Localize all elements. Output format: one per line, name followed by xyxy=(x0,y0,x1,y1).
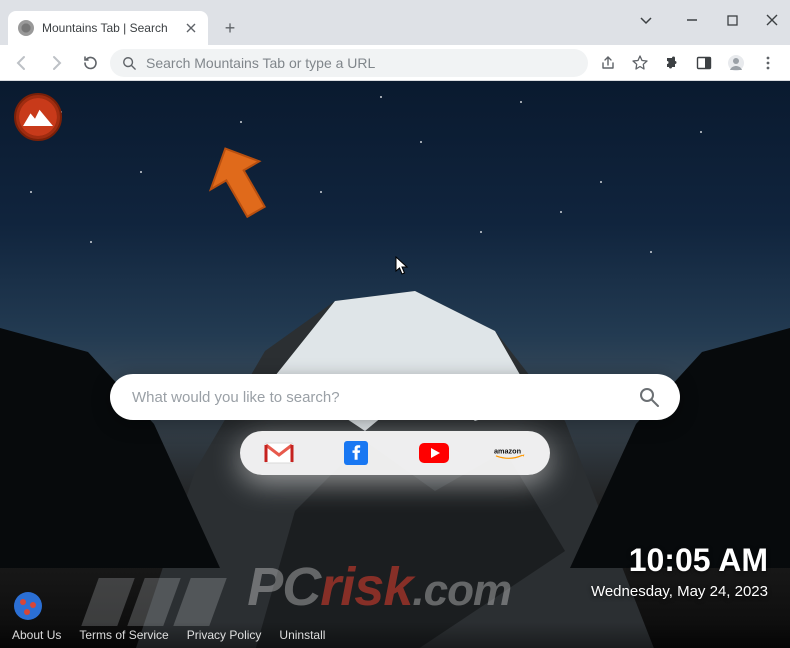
newtab-page: amazon 10:05 AM Wednesday, May 24, 2023 … xyxy=(0,81,790,648)
footer-badge[interactable] xyxy=(14,592,42,620)
tab-title: Mountains Tab | Search xyxy=(42,21,176,35)
window-controls xyxy=(636,0,782,40)
menu-button[interactable] xyxy=(754,49,782,77)
back-button[interactable] xyxy=(8,49,36,77)
close-tab-button[interactable] xyxy=(184,21,198,35)
maximize-button[interactable] xyxy=(722,10,742,30)
plus-icon: + xyxy=(225,18,236,39)
arrow-right-icon xyxy=(47,54,65,72)
shortcut-gmail[interactable] xyxy=(262,438,296,468)
puzzle-icon xyxy=(664,55,680,71)
share-icon xyxy=(600,55,616,71)
new-tab-button[interactable]: + xyxy=(216,14,244,42)
footer-link-uninstall[interactable]: Uninstall xyxy=(279,628,325,642)
facebook-icon xyxy=(344,441,368,465)
footer-link-terms[interactable]: Terms of Service xyxy=(79,628,168,642)
clock-date: Wednesday, May 24, 2023 xyxy=(591,583,768,600)
clock-time: 10:05 AM xyxy=(591,542,768,579)
omnibox-input[interactable] xyxy=(146,55,576,71)
arrow-left-icon xyxy=(13,54,31,72)
close-icon xyxy=(766,14,778,26)
shortcut-youtube[interactable] xyxy=(417,438,451,468)
share-button[interactable] xyxy=(594,49,622,77)
search-icon xyxy=(638,386,660,408)
kebab-icon xyxy=(760,55,776,71)
page-search-button[interactable] xyxy=(632,380,666,414)
toolbar xyxy=(0,45,790,81)
footer: About Us Terms of Service Privacy Policy… xyxy=(0,622,790,648)
profile-icon xyxy=(727,54,745,72)
search-icon xyxy=(122,56,136,70)
maximize-icon xyxy=(727,15,738,26)
close-icon xyxy=(186,23,196,33)
window-dropdown-button[interactable] xyxy=(636,10,656,30)
minimize-icon xyxy=(686,14,698,26)
footer-link-privacy[interactable]: Privacy Policy xyxy=(187,628,262,642)
page-search-input[interactable] xyxy=(132,389,632,406)
footer-link-about[interactable]: About Us xyxy=(12,628,61,642)
forward-button[interactable] xyxy=(42,49,70,77)
youtube-icon xyxy=(418,442,450,464)
gmail-icon xyxy=(264,442,294,464)
minimize-button[interactable] xyxy=(682,10,702,30)
titlebar: Mountains Tab | Search + xyxy=(0,0,790,45)
tab-favicon xyxy=(18,20,34,36)
clock-widget: 10:05 AM Wednesday, May 24, 2023 xyxy=(591,542,768,600)
sidepanel-button[interactable] xyxy=(690,49,718,77)
amazon-icon: amazon xyxy=(494,442,528,464)
browser-tab-active[interactable]: Mountains Tab | Search xyxy=(8,11,208,45)
bookmark-button[interactable] xyxy=(626,49,654,77)
toolbar-right xyxy=(594,49,782,77)
shortcut-amazon[interactable]: amazon xyxy=(494,438,528,468)
window-close-button[interactable] xyxy=(762,10,782,30)
page-search-bar[interactable] xyxy=(110,374,680,420)
shortcut-facebook[interactable] xyxy=(339,438,373,468)
extensions-button[interactable] xyxy=(658,49,686,77)
reload-icon xyxy=(82,54,99,71)
watermark-stripes xyxy=(90,578,218,626)
profile-button[interactable] xyxy=(722,49,750,77)
shortcuts-bar: amazon xyxy=(240,431,550,475)
omnibox[interactable] xyxy=(110,49,588,77)
sidepanel-icon xyxy=(696,55,712,71)
reload-button[interactable] xyxy=(76,49,104,77)
star-icon xyxy=(632,55,648,71)
chevron-down-icon xyxy=(639,13,653,27)
svg-text:amazon: amazon xyxy=(494,447,521,456)
extension-logo[interactable] xyxy=(14,93,62,141)
